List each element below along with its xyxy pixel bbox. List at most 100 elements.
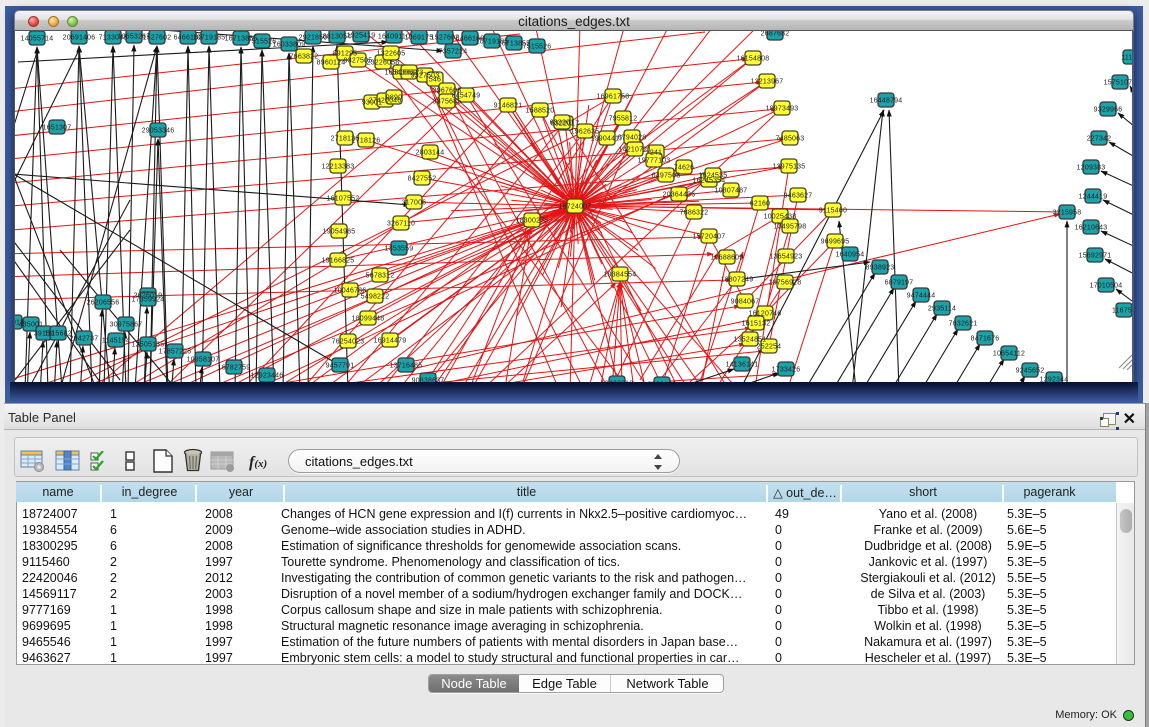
svg-text:13495798: 13495798 (774, 224, 807, 231)
svg-text:8938923: 8938923 (866, 265, 895, 272)
svg-text:2718126: 2718126 (352, 138, 381, 145)
svg-text:9600133: 9600133 (648, 382, 677, 383)
svg-text:241: 241 (650, 150, 662, 157)
svg-text:14210721: 14210721 (619, 147, 652, 154)
svg-text:1244419: 1244419 (1079, 194, 1108, 201)
svg-text:2942737: 2942737 (70, 336, 99, 343)
svg-text:7485063: 7485063 (776, 136, 805, 143)
svg-text:8454749: 8454749 (452, 93, 481, 100)
svg-text:1115682: 1115682 (44, 331, 72, 338)
svg-text:12213967: 12213967 (751, 79, 784, 86)
svg-text:18099448: 18099448 (352, 316, 385, 323)
svg-text:13975135: 13975135 (773, 164, 806, 171)
svg-text:16107552: 16107552 (327, 196, 360, 203)
svg-text:18724007: 18724007 (559, 204, 592, 211)
svg-text:435001: 435001 (19, 322, 44, 329)
svg-text:10958107: 10958107 (187, 357, 220, 364)
svg-text:13716485: 13716485 (390, 363, 423, 370)
svg-text:1527602: 1527602 (143, 35, 172, 42)
svg-text:10025438: 10025438 (764, 214, 797, 221)
svg-text:1353559: 1353559 (385, 246, 414, 253)
svg-text:1322605: 1322605 (377, 51, 406, 58)
svg-text:1292344: 1292344 (1040, 377, 1069, 383)
svg-text:7663822: 7663822 (290, 54, 319, 61)
svg-text:16914479: 16914479 (374, 338, 407, 345)
svg-text:17010504: 17010504 (1090, 283, 1123, 290)
svg-text:16448794: 16448794 (870, 98, 903, 105)
svg-text:7515526: 7515526 (523, 44, 552, 51)
svg-text:252254: 252254 (757, 344, 782, 351)
svg-text:9245652: 9245652 (1016, 368, 1045, 375)
svg-text:5498222: 5498222 (361, 294, 390, 301)
svg-text:15720407: 15720407 (693, 234, 726, 241)
svg-text:2935114: 2935114 (928, 306, 956, 313)
svg-text:19777103: 19777103 (638, 158, 671, 165)
svg-text:90838637: 90838637 (412, 378, 445, 383)
svg-text:1640954: 1640954 (836, 252, 865, 259)
svg-text:227342: 227342 (1087, 136, 1112, 143)
svg-text:1925419: 1925419 (347, 33, 376, 40)
svg-text:16961758: 16961758 (597, 94, 630, 101)
svg-text:1962635: 1962635 (571, 129, 600, 136)
svg-text:26206556: 26206556 (87, 300, 120, 307)
svg-text:15751074: 15751074 (1104, 80, 1133, 87)
svg-text:1733426: 1733426 (772, 367, 801, 374)
svg-text:16782759: 16782759 (218, 365, 251, 372)
svg-text:7955812: 7955812 (609, 116, 638, 123)
svg-text:74626: 74626 (674, 165, 694, 172)
svg-text:9699695: 9699695 (821, 239, 850, 246)
svg-text:17359924: 17359924 (132, 297, 165, 304)
svg-text:10654112: 10654112 (993, 351, 1025, 358)
svg-text:30975867: 30975867 (110, 322, 143, 329)
svg-text:6794028: 6794028 (618, 135, 647, 142)
svg-text:16120746: 16120746 (749, 311, 782, 318)
svg-text:10807487: 10807487 (715, 188, 748, 195)
svg-text:13524851: 13524851 (734, 337, 767, 344)
svg-text:2687682: 2687682 (761, 31, 790, 38)
svg-text:546: 546 (429, 77, 441, 84)
svg-text:1145194: 1145194 (102, 338, 130, 345)
svg-text:17857225: 17857225 (159, 349, 192, 356)
svg-text:11123: 11123 (1121, 55, 1133, 62)
svg-text:62160: 62160 (750, 201, 770, 208)
svg-text:1624535: 1624535 (699, 173, 728, 180)
svg-text:7886322: 7886322 (680, 210, 709, 217)
svg-text:891295: 891295 (333, 51, 358, 58)
svg-text:9084067: 9084067 (731, 299, 760, 306)
svg-text:3875685: 3875685 (433, 99, 462, 106)
svg-text:76254023: 76254023 (332, 339, 365, 346)
svg-text:6497508: 6497508 (652, 173, 681, 180)
svg-text:18807249: 18807249 (721, 277, 754, 284)
svg-text:116753: 116753 (1112, 308, 1133, 315)
svg-text:19054985: 19054985 (323, 229, 356, 236)
svg-text:9890: 9890 (386, 95, 402, 102)
svg-text:18300275: 18300275 (516, 218, 549, 225)
svg-text:10973493: 10973493 (766, 106, 799, 113)
svg-text:9463627: 9463627 (784, 193, 813, 200)
svg-text:15692971: 15692971 (1079, 253, 1112, 260)
svg-text:10719185: 10719185 (193, 35, 226, 42)
svg-text:12213383: 12213383 (322, 164, 355, 171)
svg-text:632201: 632201 (550, 120, 575, 127)
svg-text:9146821: 9146821 (494, 103, 523, 110)
svg-text:1588520: 1588520 (526, 108, 555, 115)
svg-text:1069175: 1069175 (405, 35, 434, 42)
svg-text:3267110: 3267110 (387, 221, 415, 228)
svg-text:12923446: 12923446 (251, 373, 284, 380)
svg-text:10688609: 10688609 (711, 255, 744, 262)
svg-text:16033809: 16033809 (273, 42, 306, 49)
svg-text:7632621: 7632621 (949, 321, 978, 328)
svg-text:13654923: 13654923 (770, 254, 803, 261)
svg-text:19756928: 19756928 (769, 280, 802, 287)
svg-text:317006: 317006 (402, 200, 427, 207)
svg-text:8427552: 8427552 (408, 176, 437, 183)
svg-text:2803144: 2803144 (416, 150, 445, 157)
svg-text:14055714: 14055714 (21, 36, 54, 43)
svg-text:1209383: 1209383 (1077, 165, 1106, 172)
svg-text:9474444: 9474444 (907, 293, 936, 300)
svg-text:3215958: 3215958 (1053, 210, 1082, 217)
svg-text:19384554: 19384554 (604, 272, 637, 279)
svg-text:10433218: 10433218 (601, 381, 634, 383)
svg-text:1615132: 1615132 (742, 321, 771, 328)
svg-text:1651307: 1651307 (43, 125, 72, 132)
